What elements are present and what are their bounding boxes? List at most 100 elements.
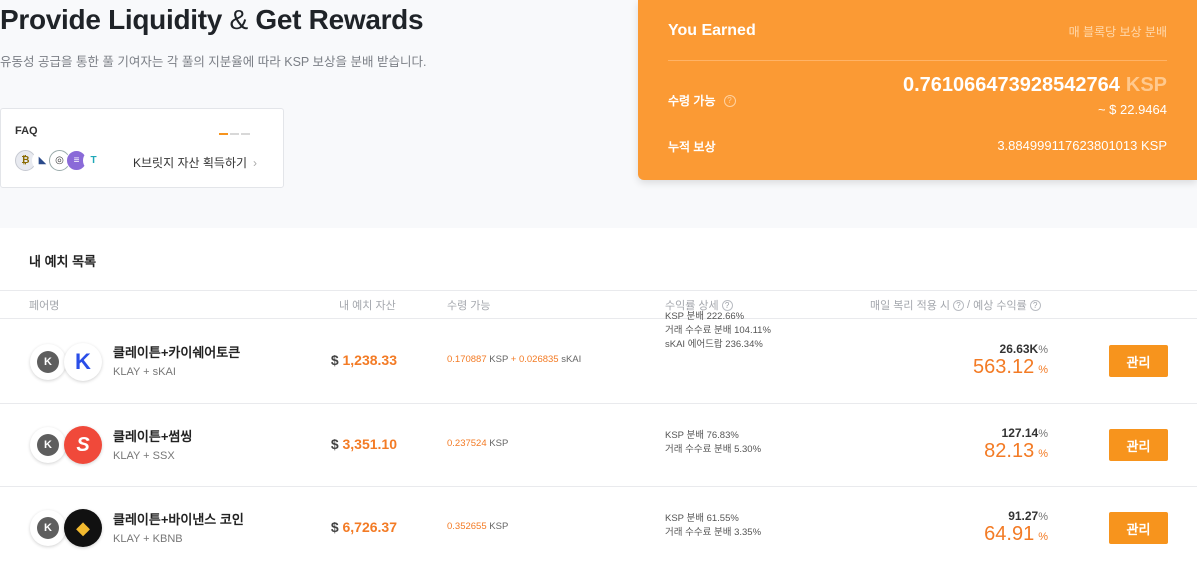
yield-detail: KSP 분배 76.83% 거래 수수료 분배 5.30% bbox=[665, 429, 761, 457]
yield-detail: KSP 분배 61.55% 거래 수수료 분배 3.35% bbox=[665, 512, 761, 540]
table-divider bbox=[0, 290, 1197, 291]
col-claimable: 수령 가능 bbox=[447, 297, 491, 313]
faq-pager[interactable] bbox=[219, 133, 250, 135]
expected-apr-value: 563.12 bbox=[973, 356, 1035, 378]
claim-unit: sKAI bbox=[561, 354, 582, 365]
page-title-part-a: Provide Liquidity bbox=[0, 4, 223, 35]
manage-button[interactable]: 관리 bbox=[1109, 429, 1168, 461]
ssx-token-icon: S bbox=[64, 426, 102, 464]
claimable-usd: ~ $ 22.9464 bbox=[1097, 102, 1167, 117]
daily-compound-apr: 26.63K% bbox=[1000, 342, 1048, 356]
col-pair-label: 페어명 bbox=[29, 300, 60, 312]
pair-symbol: KLAY + SSX bbox=[113, 450, 175, 462]
apr-pct: % bbox=[1038, 428, 1048, 440]
deposit-amount: 1,238.33 bbox=[342, 352, 398, 368]
klay-token-icon: K bbox=[30, 427, 66, 463]
deposit-amount: 3,351.10 bbox=[342, 436, 398, 452]
claim-unit: KSP bbox=[489, 521, 509, 532]
yield-detail-line: 거래 수수료 분배 104.11% bbox=[665, 325, 771, 336]
page-subtitle: 유동성 공급을 통한 풀 기여자는 각 풀의 지분율에 따라 KSP 보상을 분… bbox=[0, 55, 427, 69]
pair-symbol: KLAY + KBNB bbox=[113, 533, 183, 545]
currency-symbol: $ bbox=[330, 436, 339, 452]
col-my-deposit: 내 예치 자산 bbox=[339, 297, 396, 313]
claim-amount: 0.352655 bbox=[447, 521, 487, 532]
claimable-rewards: 0.352655 KSP bbox=[447, 521, 508, 532]
klay-token-icon: K bbox=[30, 510, 66, 546]
pair-name: 클레이튼+카이쉐어토큰 bbox=[113, 345, 241, 360]
kbridge-link[interactable]: K브릿지 자산 획득하기 › bbox=[133, 154, 257, 171]
daily-compound-apr: 91.27% bbox=[1008, 509, 1048, 523]
currency-symbol: $ bbox=[330, 519, 339, 535]
yield-detail-line: 거래 수수료 분배 3.35% bbox=[665, 527, 762, 538]
pair-name: 클레이튼+썸씽 bbox=[113, 429, 193, 444]
earned-note: 매 블록당 보상 분배 bbox=[1068, 25, 1167, 39]
klay-token-glyph: K bbox=[37, 434, 59, 456]
apr-pct: % bbox=[1038, 344, 1048, 356]
claim-amount: 0.237524 bbox=[447, 438, 487, 449]
faq-pager-dot[interactable] bbox=[219, 133, 228, 135]
claim-amount: 0.026835 bbox=[518, 354, 559, 365]
claim-plus: + bbox=[510, 354, 517, 365]
page-title-amp: & bbox=[229, 4, 249, 35]
deposit-list-title: 내 예치 목록 bbox=[29, 254, 97, 269]
apr-value: 127.14 bbox=[1001, 426, 1039, 440]
apr-value: 26.63K bbox=[999, 342, 1039, 356]
klay-token-icon: K bbox=[30, 344, 66, 380]
info-icon[interactable]: ? bbox=[723, 94, 736, 107]
earned-divider bbox=[668, 60, 1167, 61]
expected-apr: 563.12% bbox=[973, 356, 1048, 379]
chevron-right-icon: › bbox=[253, 156, 258, 170]
skai-token-icon: K bbox=[64, 343, 102, 381]
faq-card[interactable]: FAQ ₿ ◣ ◎ ≡ T K브릿지 자산 획득하기 › bbox=[0, 108, 284, 188]
my-deposit-value: $ 6,726.37 bbox=[331, 519, 397, 535]
claim-amount: 0.170887 bbox=[447, 354, 487, 365]
expected-apr-value: 64.91 bbox=[984, 523, 1035, 545]
table-row: K S 클레이튼+썸씽 KLAY + SSX $ 3,351.10 0.2375… bbox=[0, 404, 1197, 486]
kbnb-token-icon: ◆ bbox=[64, 509, 102, 547]
faq-pager-dot[interactable] bbox=[241, 133, 250, 135]
my-deposit-value: $ 1,238.33 bbox=[331, 352, 397, 368]
bridge-coin-icons: ₿ ◣ ◎ ≡ T bbox=[15, 150, 104, 171]
accumulated-label: 누적 보상 bbox=[668, 140, 716, 154]
claimable-value: 0.761066473928542764 KSP bbox=[903, 74, 1167, 97]
manage-button[interactable]: 관리 bbox=[1109, 512, 1168, 544]
claim-unit: KSP bbox=[489, 438, 509, 449]
faq-pager-dot[interactable] bbox=[230, 133, 239, 135]
col-apr-label: 매일 복리 적용 시 bbox=[870, 300, 951, 312]
col-pair: 페어명 bbox=[29, 297, 59, 313]
expected-apr: 82.13% bbox=[984, 440, 1048, 463]
expected-apr: 64.91% bbox=[984, 523, 1048, 546]
expected-apr-pct: % bbox=[1038, 531, 1048, 543]
help-icon[interactable]: ? bbox=[1029, 299, 1041, 311]
currency-symbol: $ bbox=[330, 352, 339, 368]
help-icon[interactable]: ? bbox=[953, 299, 965, 311]
table-row: K ◆ 클레이튼+바이낸스 코인 KLAY + KBNB $ 6,726.37 … bbox=[0, 487, 1197, 567]
col-claimable-label: 수령 가능 bbox=[447, 300, 491, 312]
help-icon[interactable]: ? bbox=[721, 299, 733, 311]
accumulated-value: 3.884999117623801013 KSP bbox=[997, 138, 1167, 153]
yield-detail-line: KSP 분배 76.83% bbox=[665, 430, 739, 441]
yield-detail: KSP 분배 222.66% bbox=[665, 310, 744, 324]
pair-name: 클레이튼+바이낸스 코인 bbox=[113, 512, 244, 527]
apr-value: 91.27 bbox=[1008, 509, 1039, 523]
expected-apr-value: 82.13 bbox=[984, 440, 1035, 462]
earned-card: You Earned 매 블록당 보상 분배 수령 가능 ? 0.7610664… bbox=[638, 0, 1197, 180]
pair-symbol: KLAY + sKAI bbox=[113, 366, 176, 378]
claimable-label: 수령 가능 ? bbox=[668, 92, 736, 109]
my-deposit-value: $ 3,351.10 bbox=[331, 436, 397, 452]
claim-unit: KSP bbox=[489, 354, 509, 365]
klay-token-glyph: K bbox=[37, 517, 59, 539]
yield-detail-line: KSP 분배 61.55% bbox=[665, 513, 739, 524]
earned-title: You Earned bbox=[668, 22, 756, 39]
col-my-deposit-label: 내 예치 자산 bbox=[339, 300, 396, 312]
table-row: K K 클레이튼+카이쉐어토큰 KLAY + sKAI $ 1,238.33 0… bbox=[0, 311, 1197, 403]
daily-compound-apr: 127.14% bbox=[1002, 426, 1048, 440]
manage-button[interactable]: 관리 bbox=[1109, 345, 1168, 377]
page-title: Provide Liquidity & Get Rewards bbox=[0, 4, 424, 36]
klay-token-glyph: K bbox=[37, 351, 59, 373]
col-apr: 매일 복리 적용 시? / 예상 수익률? bbox=[870, 297, 1041, 313]
yield-detail-lines: 거래 수수료 분배 104.11% sKAI 에어드랍 236.34% bbox=[665, 324, 771, 352]
apr-pct: % bbox=[1038, 511, 1048, 523]
faq-title: FAQ bbox=[15, 125, 38, 137]
expected-apr-pct: % bbox=[1038, 364, 1048, 376]
